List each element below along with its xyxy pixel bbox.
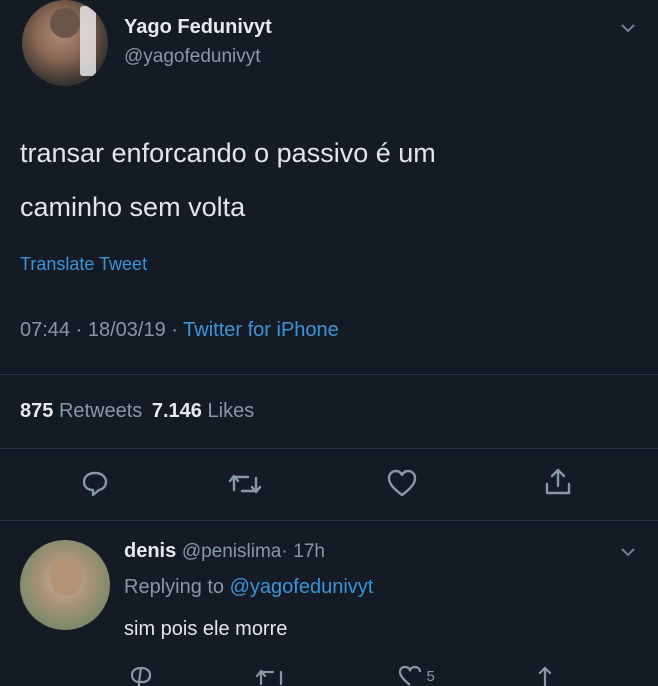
- author-handle[interactable]: @yagofedunivyt: [124, 46, 261, 68]
- author-avatar[interactable]: [22, 0, 108, 86]
- meta-separator: ·: [75, 319, 83, 341]
- reply-separator: ·: [281, 541, 288, 562]
- retweets-count[interactable]: 875: [20, 400, 53, 422]
- author-name[interactable]: Yago Fedunivyt: [124, 16, 272, 39]
- tweet-meta: 07:44 · 18/03/19 · Twitter for iPhone: [20, 319, 339, 342]
- tweet-time: 07:44: [20, 319, 71, 341]
- reply-author-handle[interactable]: @penislima: [182, 541, 282, 562]
- reply-icon[interactable]: [80, 468, 110, 498]
- reply-header: denis @penislima· 17h: [124, 540, 325, 563]
- likes-label[interactable]: Likes: [208, 400, 255, 422]
- replying-to: Replying to @yagofedunivyt: [124, 576, 373, 599]
- tweet-text-line-1: transar enforcando o passivo é um: [20, 138, 436, 168]
- reply-author-avatar[interactable]: [20, 540, 110, 630]
- divider: [0, 374, 658, 375]
- engagement-counts: 875 Retweets 7.146 Likes: [20, 400, 254, 423]
- translate-tweet-link[interactable]: Translate Tweet: [20, 254, 147, 275]
- likes-count[interactable]: 7.146: [152, 400, 202, 422]
- divider: [0, 520, 658, 521]
- reply-like-count: 5: [426, 668, 435, 685]
- meta-separator: ·: [171, 319, 178, 341]
- replying-handle-link[interactable]: @yagofedunivyt: [230, 576, 374, 598]
- tweet-date: 18/03/19: [87, 319, 166, 341]
- chevron-down-icon[interactable]: [620, 546, 636, 558]
- reply-author-name[interactable]: denis: [124, 540, 176, 562]
- like-icon[interactable]: [386, 468, 418, 498]
- reply-like[interactable]: 5: [398, 664, 435, 686]
- replying-prefix: Replying to: [124, 576, 225, 598]
- retweet-icon[interactable]: [256, 666, 286, 686]
- divider: [0, 448, 658, 449]
- retweet-icon[interactable]: [228, 470, 262, 498]
- like-icon[interactable]: [398, 664, 422, 686]
- reply-icon[interactable]: [128, 664, 154, 686]
- share-icon[interactable]: [532, 664, 558, 686]
- reply-time[interactable]: 17h: [293, 541, 325, 562]
- tweet-source-link[interactable]: Twitter for iPhone: [183, 319, 339, 341]
- reply-text: sim pois ele morre: [124, 618, 288, 640]
- retweets-label[interactable]: Retweets: [59, 400, 142, 422]
- chevron-down-icon[interactable]: [620, 22, 636, 34]
- share-icon[interactable]: [542, 466, 574, 498]
- tweet-text-line-2: caminho sem volta: [20, 192, 246, 222]
